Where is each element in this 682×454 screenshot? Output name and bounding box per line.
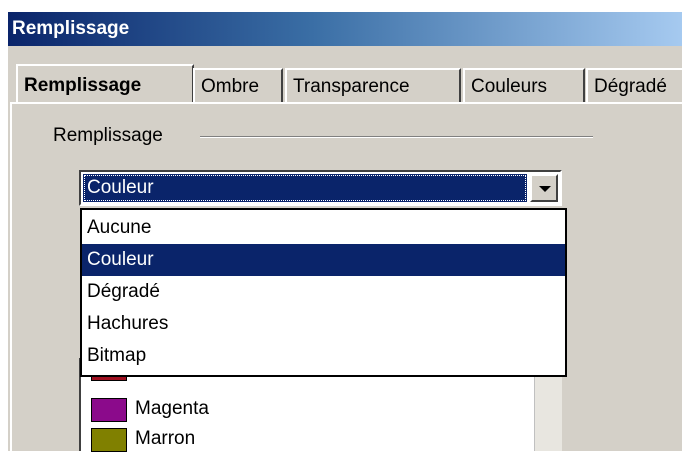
tab-bar: Remplissage Ombre Transparence Couleurs … <box>8 64 682 104</box>
fill-type-value[interactable]: Couleur <box>83 174 527 202</box>
tab-degrade[interactable]: Dégradé <box>586 68 682 102</box>
option-degrade[interactable]: Dégradé <box>82 276 565 308</box>
dialog-title: Remplissage <box>8 12 682 46</box>
option-couleur[interactable]: Couleur <box>82 244 565 276</box>
fill-type-select[interactable]: Couleur <box>79 170 562 206</box>
fill-group-label: Remplissage <box>53 125 169 147</box>
group-divider <box>200 136 593 138</box>
option-bitmap[interactable]: Bitmap <box>82 340 565 372</box>
color-name: Magenta <box>135 398 209 419</box>
fill-type-dropdown-list[interactable]: Aucune Couleur Dégradé Hachures Bitmap <box>80 208 567 377</box>
tab-ombre[interactable]: Ombre <box>193 68 283 102</box>
dropdown-button[interactable] <box>530 174 558 202</box>
chevron-down-icon <box>539 186 551 192</box>
tab-transparence[interactable]: Transparence <box>285 68 461 102</box>
color-swatch <box>91 398 127 422</box>
tab-couleurs[interactable]: Couleurs <box>463 68 585 102</box>
option-hachures[interactable]: Hachures <box>82 308 565 340</box>
color-name: Marron <box>135 428 196 449</box>
option-aucune[interactable]: Aucune <box>82 212 565 244</box>
color-swatch <box>91 428 127 452</box>
tab-remplissage[interactable]: Remplissage <box>16 64 194 104</box>
